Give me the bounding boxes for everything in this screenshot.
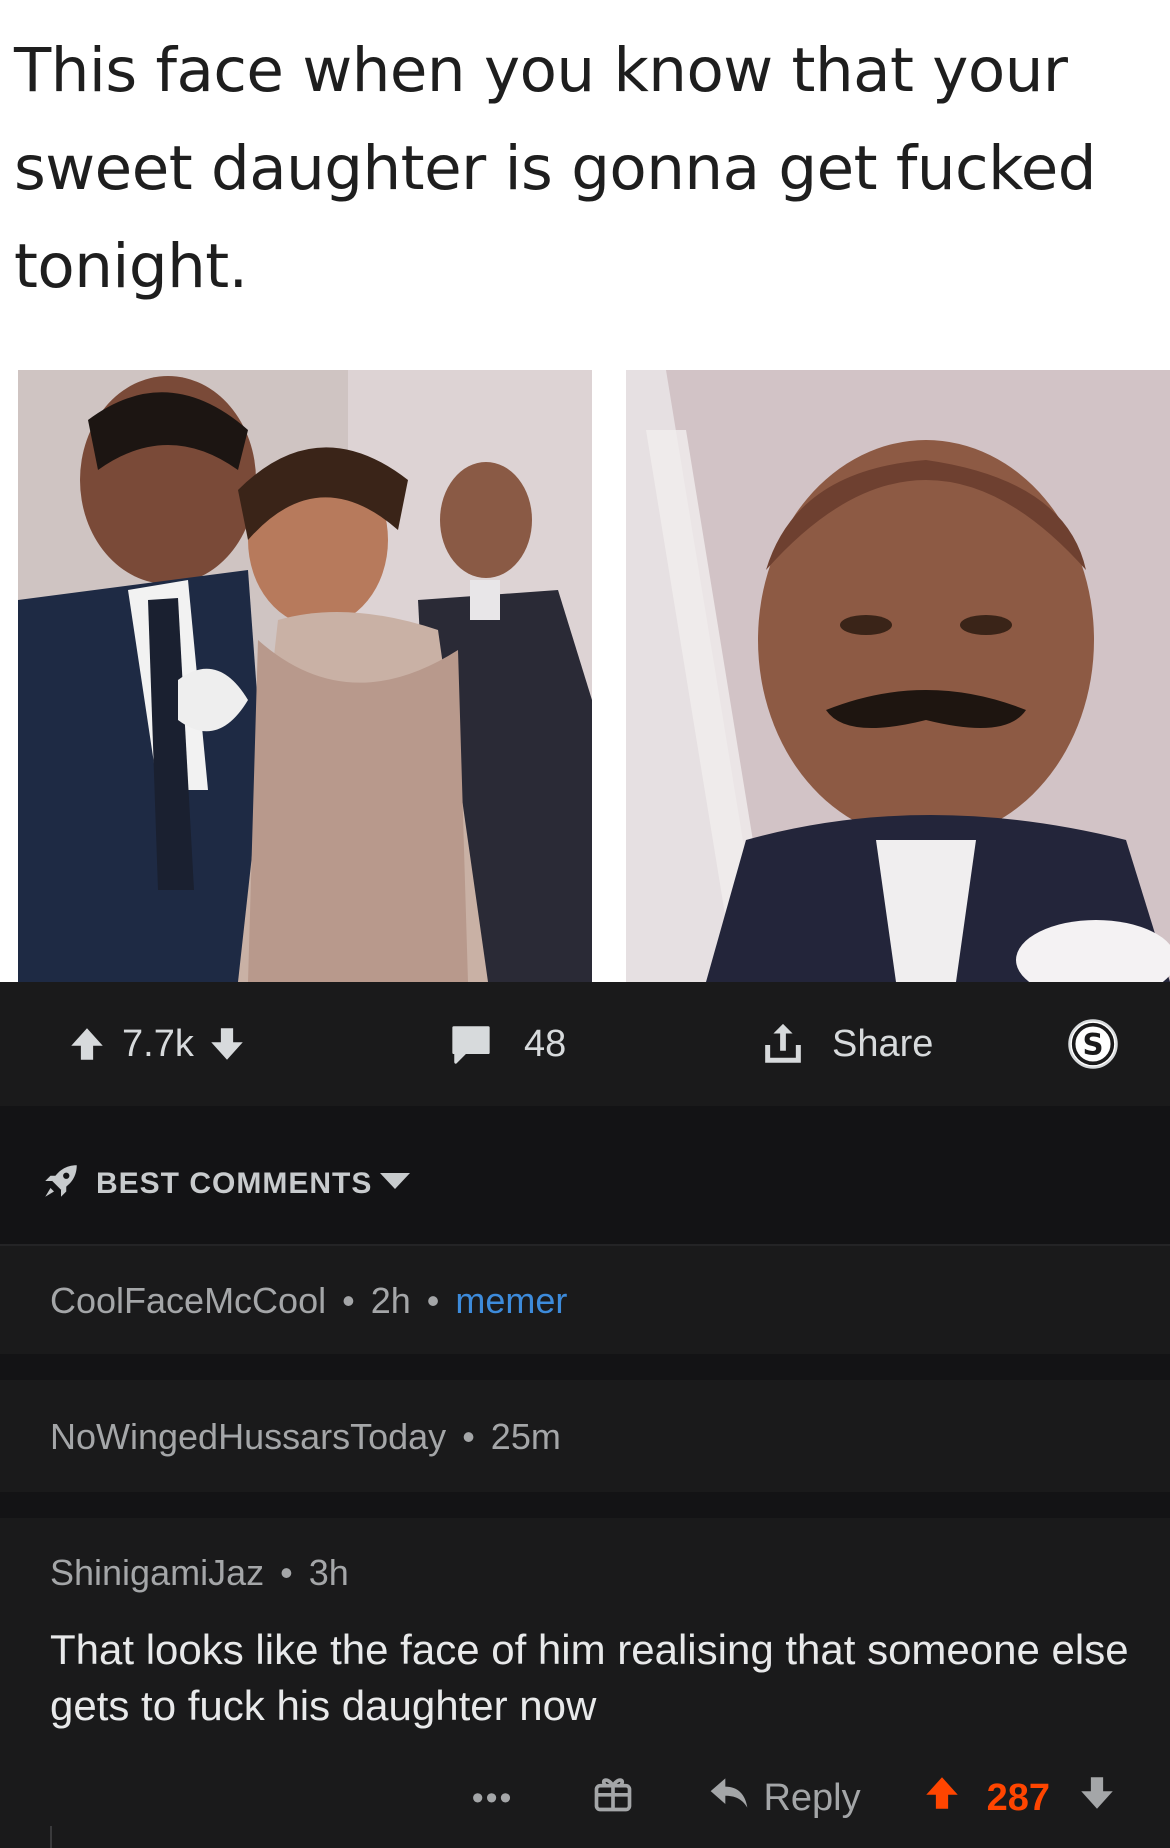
comment-time: 25m: [490, 1416, 561, 1457]
comment-author[interactable]: NoWingedHussarsToday: [50, 1416, 446, 1458]
comment-time: 2h: [370, 1280, 411, 1321]
sort-label: BEST COMMENTS: [96, 1166, 373, 1200]
meta-separator: •: [342, 1280, 355, 1321]
comment-meta: ShinigamiJaz • 3h: [50, 1552, 349, 1594]
father-closeup-photo: [626, 370, 1170, 982]
meta-separator: •: [426, 1280, 440, 1321]
comment-author[interactable]: CoolFaceMcCool: [50, 1280, 326, 1322]
post-action-bar: 7.7k 48 Share S: [0, 982, 1170, 1106]
post-score: 7.7k: [122, 1022, 194, 1065]
comment-action-bar: ••• Reply 287: [472, 1758, 1170, 1838]
comment-meta: NoWingedHussarsToday • 25m: [50, 1416, 561, 1458]
comment-expanded: ShinigamiJaz • 3h That looks like the fa…: [0, 1518, 1170, 1848]
reply-icon: [707, 1774, 751, 1822]
comment-collapsed[interactable]: NoWingedHussarsToday • 25m: [0, 1380, 1170, 1492]
caret-down-icon: [380, 1171, 411, 1196]
gift-icon[interactable]: [591, 1771, 635, 1825]
rocket-icon: [40, 1160, 82, 1207]
share-label: Share: [832, 1022, 934, 1065]
sort-dropdown[interactable]: BEST COMMENTS: [40, 1160, 411, 1207]
meta-separator: •: [462, 1416, 475, 1457]
upvote-icon[interactable]: [921, 1772, 963, 1824]
wedding-photo-left: [18, 370, 592, 982]
downvote-icon[interactable]: [1076, 1772, 1118, 1824]
comments-button[interactable]: 48: [448, 982, 566, 1106]
meta-separator: •: [280, 1552, 293, 1593]
comment-meta: CoolFaceMcCool • 2h • memer: [50, 1280, 567, 1322]
meme-caption: This face when you know that your sweet …: [14, 35, 1096, 302]
downvote-icon[interactable]: [206, 1023, 248, 1065]
upvote-icon[interactable]: [66, 1023, 108, 1065]
reply-button[interactable]: Reply: [707, 1774, 861, 1822]
comment-body: That looks like the face of him realisin…: [50, 1626, 1129, 1729]
award-button[interactable]: S: [1066, 982, 1120, 1106]
comment-vote-group: 287: [921, 1772, 1118, 1824]
comment-divider: [0, 1492, 1170, 1518]
share-button[interactable]: Share: [760, 982, 933, 1106]
share-icon: [760, 1020, 806, 1068]
award-icon: S: [1066, 1017, 1120, 1071]
comment-sort-bar: BEST COMMENTS: [0, 1106, 1170, 1246]
comment-divider: [0, 1354, 1170, 1380]
comment-collapsed[interactable]: CoolFaceMcCool • 2h • memer: [0, 1246, 1170, 1354]
thread-line: [50, 1826, 52, 1848]
comment-icon: [448, 1022, 494, 1066]
comment-score: 287: [986, 1776, 1050, 1819]
reply-label: Reply: [763, 1776, 861, 1819]
post-image[interactable]: This face when you know that your sweet …: [0, 0, 1170, 982]
svg-text:S: S: [1082, 1027, 1103, 1061]
more-options-button[interactable]: •••: [472, 1779, 514, 1818]
post-vote-group: 7.7k: [66, 982, 248, 1106]
comment-time: 3h: [308, 1552, 349, 1593]
user-flair: memer: [455, 1280, 568, 1321]
comment-author[interactable]: ShinigamiJaz: [50, 1552, 264, 1594]
comment-count: 48: [524, 1022, 567, 1065]
